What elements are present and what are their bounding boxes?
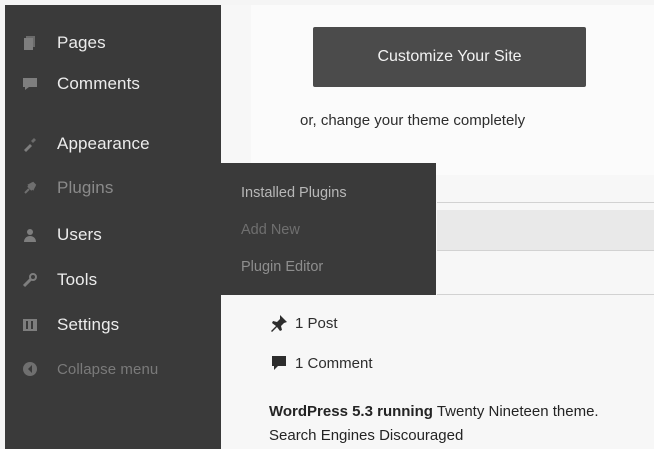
- divider: [437, 202, 654, 203]
- sidebar-item-users[interactable]: Users: [5, 215, 221, 255]
- tools-icon: [22, 272, 38, 288]
- users-icon: [22, 227, 38, 243]
- comments-count: 1 Comment: [295, 354, 373, 372]
- sidebar-item-label: Settings: [57, 315, 120, 334]
- customize-site-button[interactable]: Customize Your Site: [313, 27, 586, 87]
- settings-icon: [22, 317, 38, 333]
- sidebar-item-label: Collapse menu: [57, 360, 159, 378]
- comment-icon: [270, 354, 288, 372]
- submenu-installed-plugins[interactable]: Installed Plugins: [241, 185, 347, 201]
- collapse-icon: [22, 361, 38, 377]
- sidebar-item-plugins[interactable]: Plugins: [5, 168, 221, 208]
- sidebar-item-comments[interactable]: Comments: [5, 64, 221, 104]
- version-text: WordPress 5.3 running: [269, 403, 433, 420]
- divider: [437, 294, 654, 295]
- divider: [437, 250, 654, 251]
- submenu-plugin-editor[interactable]: Plugin Editor: [241, 259, 323, 275]
- glance-posts[interactable]: 1 Post: [270, 314, 338, 332]
- pages-icon: [22, 35, 38, 51]
- appearance-icon: [22, 136, 38, 152]
- posts-count: 1 Post: [295, 314, 338, 332]
- search-engines-status[interactable]: Search Engines Discouraged: [269, 427, 463, 444]
- comments-icon: [22, 76, 38, 92]
- sidebar-item-settings[interactable]: Settings: [5, 305, 221, 345]
- pin-icon: [270, 314, 288, 332]
- change-theme-link[interactable]: or, change your theme completely: [300, 112, 525, 129]
- sidebar-item-appearance[interactable]: Appearance: [5, 124, 221, 164]
- collapse-menu-button[interactable]: Collapse menu: [5, 349, 221, 389]
- plugins-submenu: Installed Plugins Add New Plugin Editor: [221, 163, 436, 295]
- sidebar-item-label: Pages: [57, 33, 106, 52]
- sidebar-item-label: Appearance: [57, 134, 150, 153]
- theme-name-link[interactable]: Twenty Nineteen: [433, 403, 549, 420]
- sidebar-item-label: Users: [57, 225, 102, 244]
- sidebar-item-tools[interactable]: Tools: [5, 260, 221, 300]
- version-status: WordPress 5.3 running Twenty Nineteen th…: [269, 403, 599, 420]
- admin-sidebar: Pages Comments Appearance Plugins Users …: [5, 5, 221, 449]
- submenu-add-new[interactable]: Add New: [241, 222, 300, 238]
- welcome-panel: Customize Your Site or, change your them…: [251, 5, 654, 175]
- sidebar-item-label: Plugins: [57, 178, 114, 197]
- plugins-icon: [22, 180, 38, 196]
- glance-comments[interactable]: 1 Comment: [270, 354, 373, 372]
- sidebar-item-pages[interactable]: Pages: [5, 23, 221, 63]
- sidebar-item-label: Comments: [57, 74, 140, 93]
- theme-suffix: theme.: [548, 403, 599, 420]
- sidebar-item-label: Tools: [57, 270, 98, 289]
- section-band: [437, 210, 654, 250]
